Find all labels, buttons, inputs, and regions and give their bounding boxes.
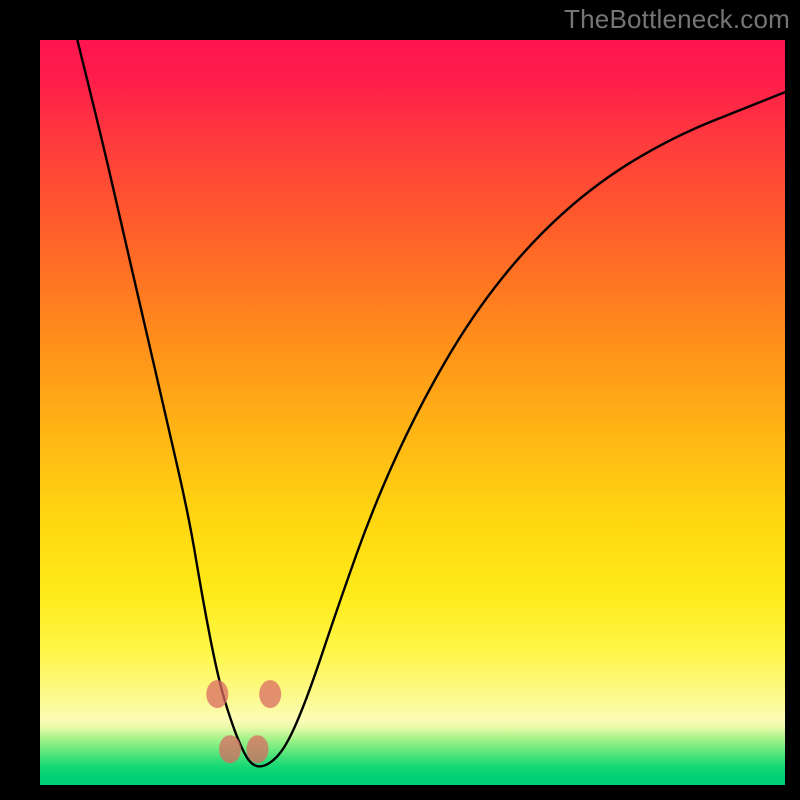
data-marker-1	[259, 680, 281, 708]
chart-frame: TheBottleneck.com	[0, 0, 800, 800]
bottleneck-curve	[77, 40, 785, 766]
watermark-text: TheBottleneck.com	[564, 4, 790, 35]
data-marker-2	[219, 735, 241, 763]
data-marker-0	[206, 680, 228, 708]
curve-svg	[40, 40, 785, 785]
data-marker-3	[247, 735, 269, 763]
plot-area	[40, 40, 785, 785]
